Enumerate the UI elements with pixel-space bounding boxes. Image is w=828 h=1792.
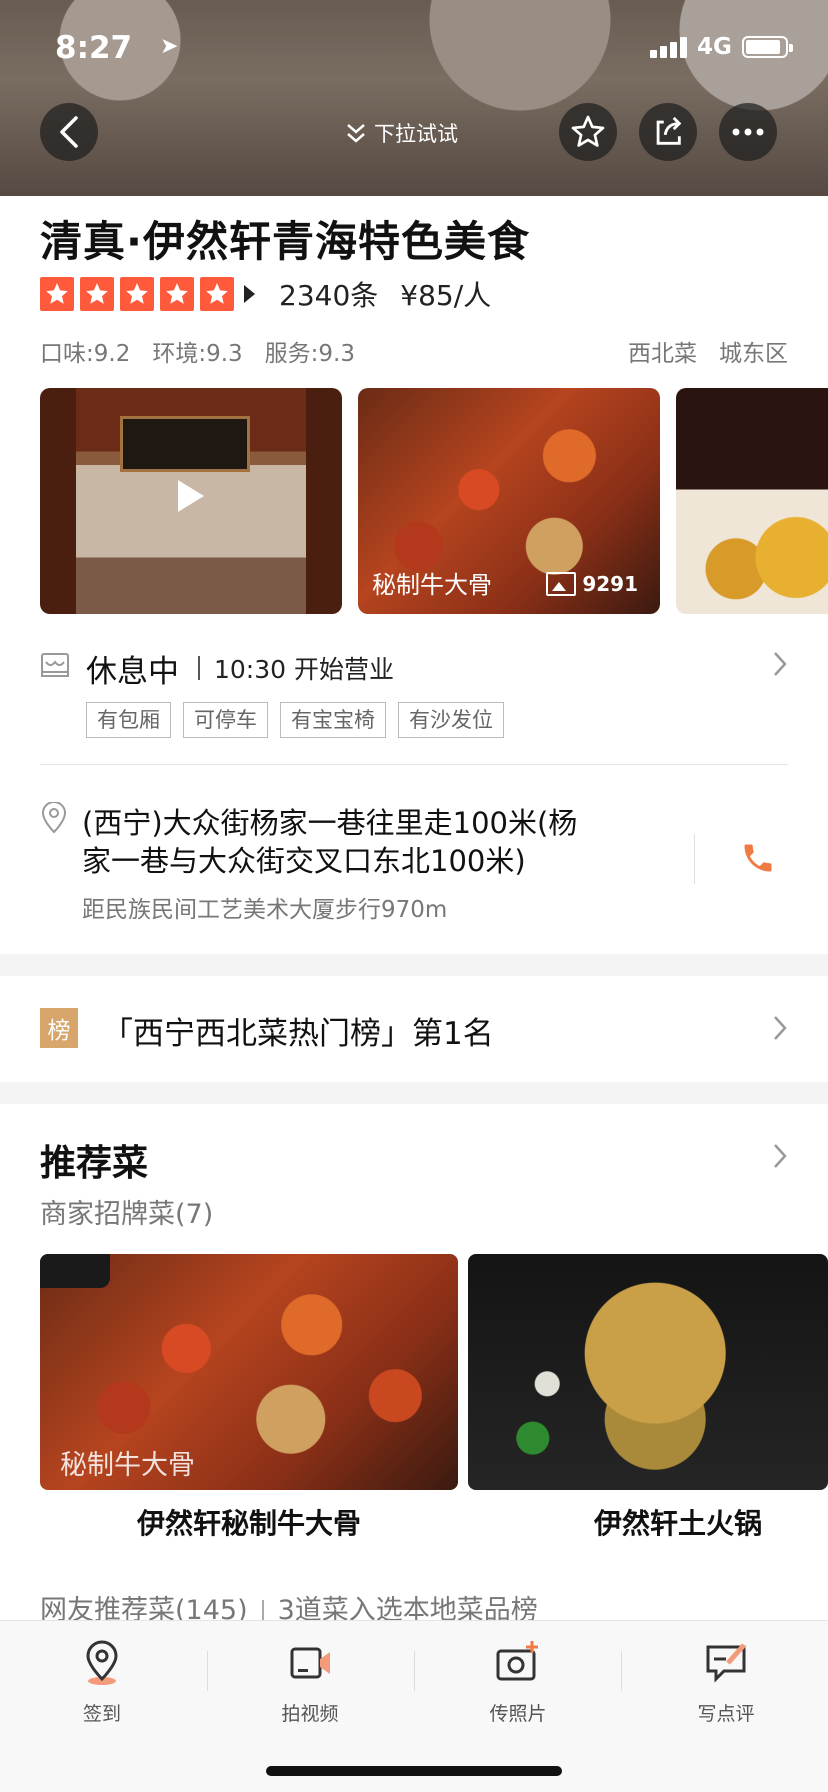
location-arrow-icon: ➤: [160, 34, 179, 59]
video-camera-icon: [290, 1647, 330, 1679]
scores: 口味:9.2 环境:9.3 服务:9.3: [40, 334, 355, 368]
chevron-right-icon: [774, 652, 787, 676]
section-gap: [0, 954, 828, 976]
facility-tag: 有包厢: [86, 702, 171, 738]
favorite-button[interactable]: [559, 103, 617, 161]
score-taste: 口味:9.2: [40, 341, 131, 367]
dish-photo[interactable]: 秘制牛大骨 9291: [358, 388, 660, 614]
rating-row[interactable]: 2340条 ¥85/人: [40, 274, 491, 314]
status-bar: 8:27 ➤ 4G: [0, 28, 828, 68]
facility-tag: 有宝宝椅: [280, 702, 386, 738]
dish-corner-badge: [40, 1254, 110, 1288]
play-icon: [178, 480, 204, 512]
avg-price: ¥85/人: [400, 279, 492, 312]
dish-name[interactable]: 伊然轩土火锅: [468, 1502, 828, 1542]
rating-star-icon: [160, 277, 194, 311]
back-button[interactable]: [40, 103, 98, 161]
address-line-1: (西宁)大众街杨家一巷往里走100米(杨: [82, 806, 578, 840]
section-gap: [0, 1082, 828, 1104]
double-chevron-down-icon: [347, 124, 365, 143]
facility-tag: 有沙发位: [398, 702, 504, 738]
checkin-button[interactable]: 签到: [42, 1639, 162, 1726]
pull-down-hint: 下拉试试: [346, 118, 458, 148]
battery-icon: [742, 36, 793, 58]
ranking-text: 「西宁西北菜热门榜」第1名: [102, 1016, 494, 1052]
shop-detail-screen: 8:27 ➤ 4G 下拉试试 清真·伊然轩青海特色美食 2340条 ¥85/人 …: [0, 0, 828, 1792]
star-outline-icon: [571, 115, 605, 147]
rating-star-icon: [200, 277, 234, 311]
storefront-video-thumbnail[interactable]: [40, 388, 342, 614]
divider: [414, 1651, 415, 1691]
share-icon: [656, 116, 682, 145]
divider: [40, 764, 788, 765]
tab-label: 签到: [82, 1703, 121, 1725]
more-dots-icon: [732, 128, 764, 136]
dish-image[interactable]: [468, 1254, 828, 1490]
recommended-title: 推荐菜: [40, 1143, 149, 1184]
dish-caption: 秘制牛大骨: [60, 1450, 195, 1481]
facility-tag: 可停车: [183, 702, 268, 738]
shop-hours-icon: [41, 653, 69, 677]
photo-count[interactable]: 9291: [546, 572, 638, 596]
ranking-row[interactable]: 榜 「西宁西北菜热门榜」第1名: [40, 1000, 788, 1060]
status-time: 8:27: [55, 30, 133, 66]
shop-name: 清真·伊然轩青海特色美食: [40, 217, 530, 266]
upload-photo-button[interactable]: 传照片: [458, 1639, 578, 1726]
chevron-right-icon: [774, 1016, 787, 1040]
location-pin-icon: [86, 1640, 118, 1685]
tab-label: 拍视频: [281, 1703, 339, 1725]
open-time: 10:30 开始营业: [214, 655, 394, 684]
tab-label: 传照片: [489, 1703, 547, 1725]
divider: [198, 656, 200, 680]
more-button[interactable]: [719, 103, 777, 161]
tab-label: 写点评: [697, 1703, 755, 1725]
pull-hint-label: 下拉试试: [374, 122, 458, 146]
category-tags: 西北菜 城东区: [628, 334, 788, 368]
dish-image[interactable]: 秘制牛大骨: [40, 1254, 458, 1490]
divider: [694, 834, 695, 884]
score-service: 服务:9.3: [264, 341, 355, 367]
ranking-badge: 榜: [40, 1008, 78, 1048]
facility-tags: 有包厢 可停车 有宝宝椅 有沙发位: [86, 702, 504, 738]
add-photo-icon: [496, 1641, 538, 1681]
photo-caption: 秘制牛大骨: [372, 571, 492, 599]
dish-name[interactable]: 伊然轩秘制牛大骨: [40, 1502, 458, 1542]
home-indicator[interactable]: [266, 1766, 562, 1776]
score-environment: 环境:9.3: [152, 341, 243, 367]
chevron-right-icon[interactable]: [772, 1142, 788, 1170]
play-triangle-icon: [244, 285, 255, 303]
chevron-left-icon: [60, 116, 78, 148]
rating-star-icon: [120, 277, 154, 311]
photo-count-value: 9291: [582, 572, 638, 596]
image-icon: [546, 572, 577, 596]
category-tag: 西北菜: [628, 341, 697, 367]
write-review-button[interactable]: 写点评: [666, 1639, 786, 1726]
network-type: 4G: [697, 34, 732, 60]
divider: [621, 1651, 622, 1691]
rating-star-icon: [80, 277, 114, 311]
business-status: 休息中: [86, 654, 179, 690]
recommended-subtitle: 商家招牌菜(7): [40, 1199, 214, 1230]
shop-sign: [120, 416, 250, 472]
phone-icon[interactable]: [740, 838, 776, 878]
divider: [207, 1651, 208, 1691]
district-tag: 城东区: [719, 341, 788, 367]
rating-star-icon: [40, 277, 74, 311]
record-video-button[interactable]: 拍视频: [250, 1639, 370, 1726]
share-button[interactable]: [639, 103, 697, 161]
photo-carousel[interactable]: 秘制牛大骨 9291: [40, 388, 828, 614]
address-distance: 距民族民间工艺美术大厦步行970m: [82, 897, 448, 923]
write-review-icon: [706, 1643, 746, 1683]
dish-photo[interactable]: [676, 388, 828, 614]
signal-icon: [650, 36, 692, 58]
location-pin-icon: [41, 802, 67, 834]
review-count: 2340条: [279, 279, 379, 312]
address-line-2: 家一巷与大众街交叉口东北100米): [82, 844, 526, 878]
